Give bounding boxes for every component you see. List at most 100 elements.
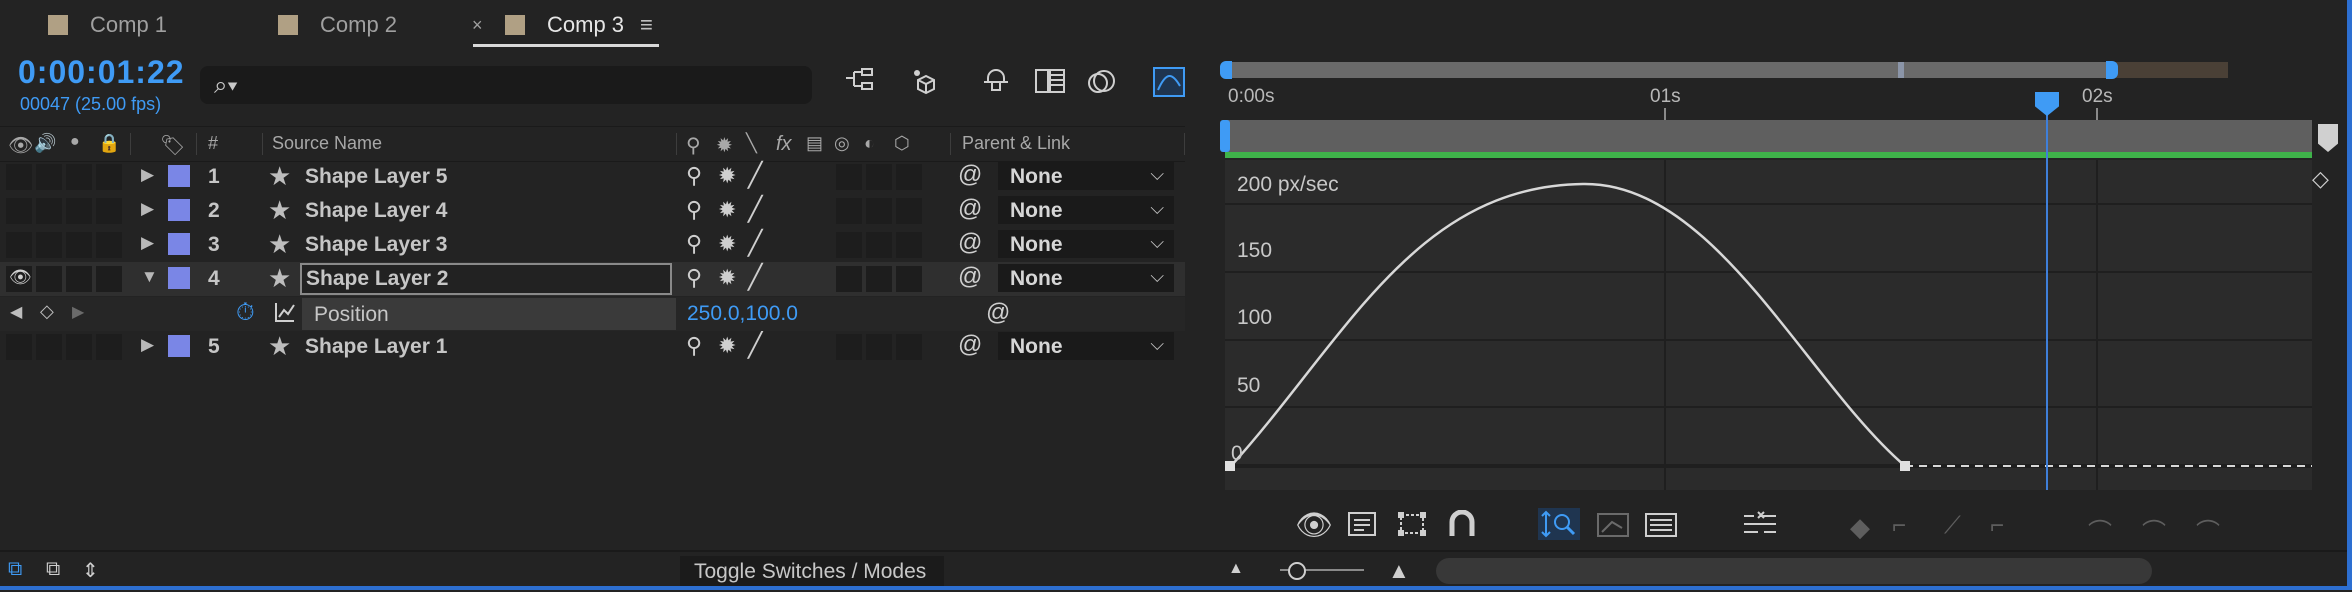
parent-pickwhip-icon[interactable]: @ [958, 195, 982, 223]
tab-comp-2[interactable]: Comp 2 [278, 10, 397, 40]
layer-row[interactable]: ▶ 2 ★ Shape Layer 4 ⚲ ✹ ╱ @ None ⌵ [0, 194, 1185, 228]
solo-toggle[interactable] [66, 164, 92, 190]
tab-comp-3[interactable]: Comp 3 [505, 10, 624, 40]
prev-keyframe-icon[interactable]: ◀ [10, 302, 22, 322]
switch-cell[interactable] [836, 266, 862, 292]
render-time-icon[interactable]: ⧉ [46, 558, 60, 581]
switch-cell[interactable] [836, 164, 862, 190]
parent-pickwhip-icon[interactable]: @ [958, 229, 982, 257]
timeline-scrollbar[interactable] [1436, 558, 2152, 584]
zoom-slider-thumb[interactable] [1288, 562, 1306, 580]
shy-switch-icon[interactable]: ⚲ [686, 163, 702, 189]
playhead-handle-icon[interactable] [2035, 92, 2059, 116]
eye-icon[interactable]: 👁 [8, 133, 33, 158]
solo-icon[interactable]: ● [70, 133, 80, 151]
graph-options-icon[interactable]: ◇ [2312, 166, 2329, 192]
switch-cell[interactable] [836, 232, 862, 258]
solo-toggle[interactable] [66, 198, 92, 224]
show-properties-icon[interactable]: 👁 [1295, 508, 1333, 543]
switch-cell[interactable] [896, 266, 922, 292]
layer-row[interactable]: 👁 ▼ 4 ★ Shape Layer 2 ⚲ ✹ ╱ @ None ⌵ [0, 262, 1185, 296]
graph-editor-icon[interactable] [1152, 66, 1188, 106]
layer-name[interactable]: Shape Layer 4 [305, 199, 447, 223]
quality-switch-icon[interactable]: ╱ [748, 229, 762, 258]
switch-cell[interactable] [896, 164, 922, 190]
solo-toggle[interactable] [66, 266, 92, 292]
expand-panes-icon[interactable]: ⇕ [82, 558, 99, 583]
current-time-display[interactable]: 0:00:01:22 [18, 54, 185, 91]
layer-row[interactable]: ▶ 3 ★ Shape Layer 3 ⚲ ✹ ╱ @ None ⌵ [0, 228, 1185, 262]
switch-cell[interactable] [866, 334, 892, 360]
time-navigator[interactable] [1218, 60, 2312, 80]
collapse-switch-icon[interactable]: ✹ [718, 163, 736, 189]
comp-mini-icon[interactable]: ⧉ [8, 558, 22, 581]
lock-toggle[interactable] [96, 232, 122, 258]
audio-toggle[interactable] [36, 334, 62, 360]
stopwatch-icon[interactable]: ⏱ [236, 299, 255, 327]
graph-editor[interactable]: 200 px/sec 150 100 50 0 [1225, 160, 2312, 490]
lock-toggle[interactable] [96, 198, 122, 224]
graph-type-icon[interactable] [1346, 510, 1378, 543]
zoom-out-icon[interactable]: ▲ [1228, 560, 1244, 578]
label-color-swatch[interactable] [168, 165, 190, 187]
composition-flowchart-icon[interactable] [842, 66, 878, 104]
easy-ease-icon[interactable]: ⌒ [2088, 512, 2112, 547]
switch-cell[interactable] [896, 198, 922, 224]
visibility-toggle[interactable] [6, 198, 32, 224]
layer-name[interactable]: Shape Layer 3 [305, 233, 447, 257]
easy-ease-in-icon[interactable]: ⌒ [2142, 512, 2166, 547]
frame-blending-icon[interactable] [1032, 66, 1068, 104]
lock-toggle[interactable] [96, 164, 122, 190]
switch-cell[interactable] [836, 198, 862, 224]
visibility-toggle[interactable] [6, 232, 32, 258]
navigator-bar[interactable] [1226, 62, 2114, 78]
switch-cell[interactable] [896, 334, 922, 360]
parent-pickwhip-icon[interactable]: @ [958, 161, 982, 189]
quality-switch-icon[interactable]: ╱ [748, 263, 762, 292]
label-color-swatch[interactable] [168, 233, 190, 255]
parent-dropdown[interactable]: None ⌵ [998, 162, 1174, 190]
expand-arrow-icon[interactable]: ▶ [141, 335, 154, 355]
edit-keyframe-icon[interactable]: ◆ [1850, 512, 1870, 543]
visibility-toggle[interactable]: 👁 [6, 266, 32, 292]
quality-switch-icon[interactable]: ╱ [748, 161, 762, 190]
solo-toggle[interactable] [66, 334, 92, 360]
zoom-in-icon[interactable]: ▲ [1388, 558, 1410, 584]
layer-row[interactable]: ▶ 5 ★ Shape Layer 1 ⚲ ✹ ╱ @ None ⌵ [0, 330, 1185, 364]
collapse-switch-icon[interactable]: ✹ [718, 333, 736, 359]
shy-switch-icon[interactable]: ⚲ [686, 197, 702, 223]
parent-dropdown[interactable]: None ⌵ [998, 332, 1174, 360]
label-color-swatch[interactable] [168, 335, 190, 357]
comp-end-marker-icon[interactable] [2318, 124, 2338, 152]
shy-switch-icon[interactable]: ⚲ [686, 265, 702, 291]
collapse-switch-icon[interactable]: ✹ [718, 265, 736, 291]
next-keyframe-icon[interactable]: ▶ [72, 302, 84, 322]
shy-layers-icon[interactable] [978, 66, 1014, 104]
work-area-range[interactable] [1225, 152, 2312, 158]
audio-toggle[interactable] [36, 232, 62, 258]
parent-pickwhip-icon[interactable]: @ [958, 331, 982, 359]
work-area-start-handle[interactable] [1220, 120, 1230, 152]
switch-cell[interactable] [866, 198, 892, 224]
fit-selection-icon[interactable] [1596, 512, 1630, 543]
audio-icon[interactable]: 🔊 [34, 133, 56, 154]
audio-toggle[interactable] [36, 164, 62, 190]
tab-close-icon[interactable]: × [472, 10, 483, 40]
expand-arrow-icon[interactable]: ▶ [141, 165, 154, 185]
auto-zoom-icon[interactable] [1538, 508, 1580, 545]
label-tag-icon[interactable]: 🏷 [160, 133, 185, 158]
layer-name[interactable]: Shape Layer 1 [305, 335, 447, 359]
audio-toggle[interactable] [36, 198, 62, 224]
switch-cell[interactable] [866, 164, 892, 190]
layer-row[interactable]: ▶ 1 ★ Shape Layer 5 ⚲ ✹ ╱ @ None ⌵ [0, 160, 1185, 194]
expand-arrow-icon[interactable]: ▶ [141, 233, 154, 253]
draft-3d-icon[interactable] [908, 66, 944, 104]
switch-cell[interactable] [866, 266, 892, 292]
lock-toggle[interactable] [96, 334, 122, 360]
shy-switch-icon[interactable]: ⚲ [686, 333, 702, 359]
add-keyframe-icon[interactable]: ◇ [40, 301, 54, 322]
expand-arrow-icon[interactable]: ▶ [141, 199, 154, 219]
visibility-toggle[interactable] [6, 334, 32, 360]
label-color-swatch[interactable] [168, 267, 190, 289]
label-color-swatch[interactable] [168, 199, 190, 221]
